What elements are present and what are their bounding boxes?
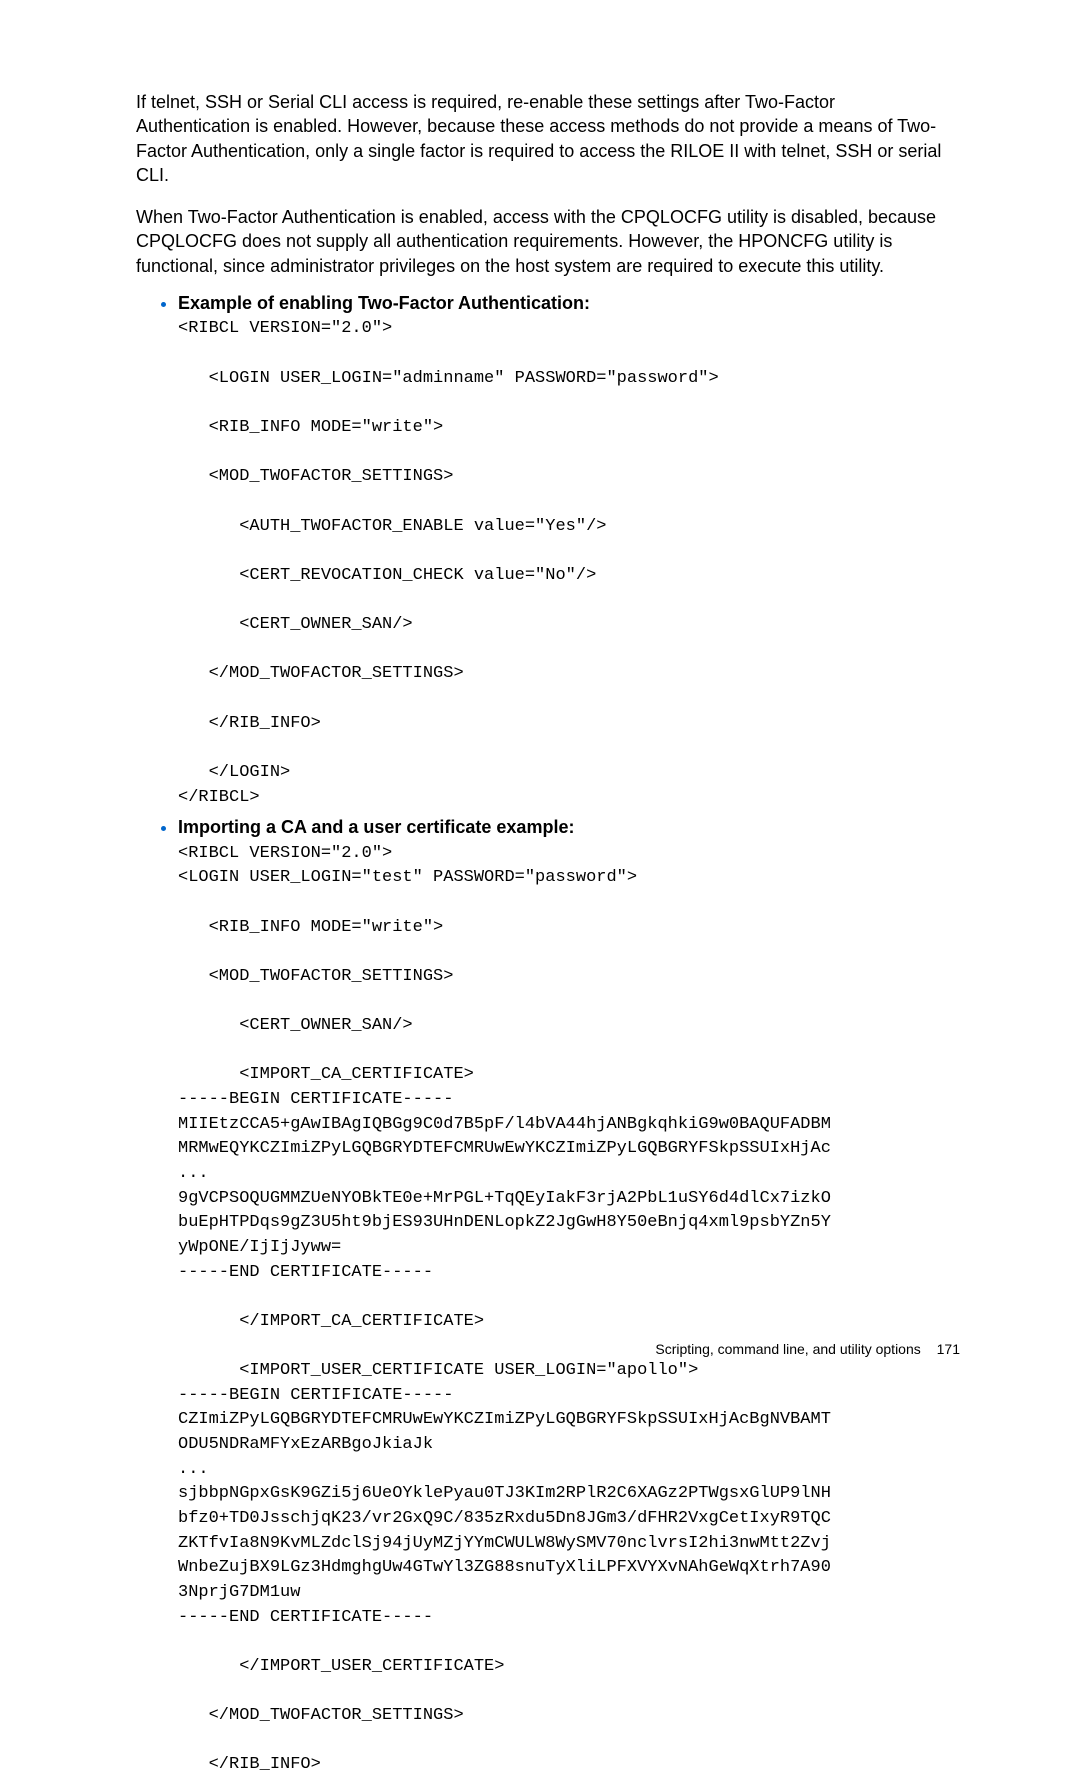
example-heading: Importing a CA and a user certificate ex… bbox=[178, 816, 944, 839]
example-item: Importing a CA and a user certificate ex… bbox=[178, 816, 944, 1778]
paragraph-2: When Two-Factor Authentication is enable… bbox=[136, 205, 944, 278]
example-heading: Example of enabling Two-Factor Authentic… bbox=[178, 292, 944, 315]
paragraph-1: If telnet, SSH or Serial CLI access is r… bbox=[136, 90, 944, 187]
footer-page-number: 171 bbox=[937, 1341, 960, 1357]
footer-section-title: Scripting, command line, and utility opt… bbox=[655, 1341, 920, 1357]
page: If telnet, SSH or Serial CLI access is r… bbox=[0, 0, 1080, 1397]
example-item: Example of enabling Two-Factor Authentic… bbox=[178, 292, 944, 810]
code-block: <RIBCL VERSION="2.0"> <LOGIN USER_LOGIN=… bbox=[178, 842, 944, 1778]
page-footer: Scripting, command line, and utility opt… bbox=[655, 1341, 960, 1357]
examples-list: Example of enabling Two-Factor Authentic… bbox=[136, 292, 944, 1778]
code-block: <RIBCL VERSION="2.0"> <LOGIN USER_LOGIN=… bbox=[178, 317, 944, 810]
